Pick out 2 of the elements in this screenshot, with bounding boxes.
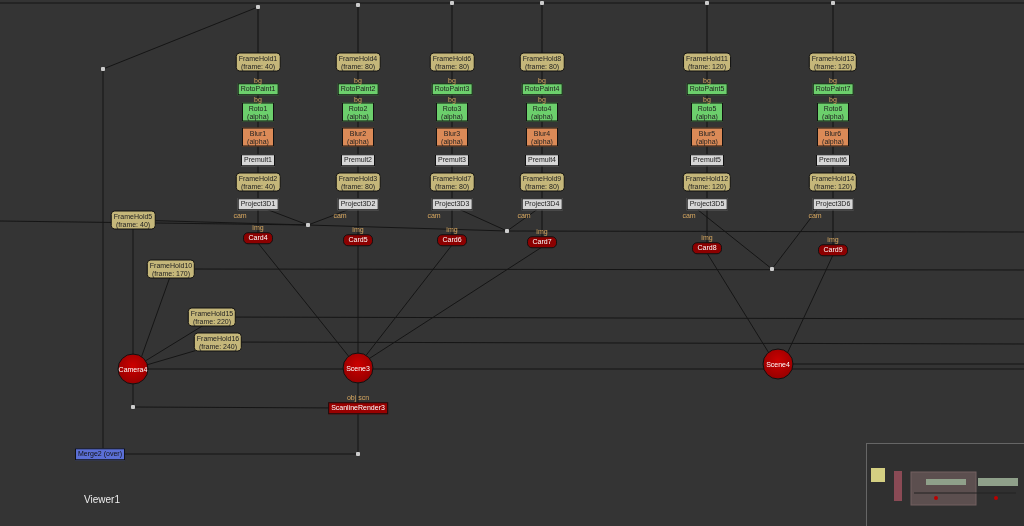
minimap-drawing[interactable] xyxy=(866,443,1024,526)
viewer-label: Viewer1 xyxy=(84,494,120,505)
